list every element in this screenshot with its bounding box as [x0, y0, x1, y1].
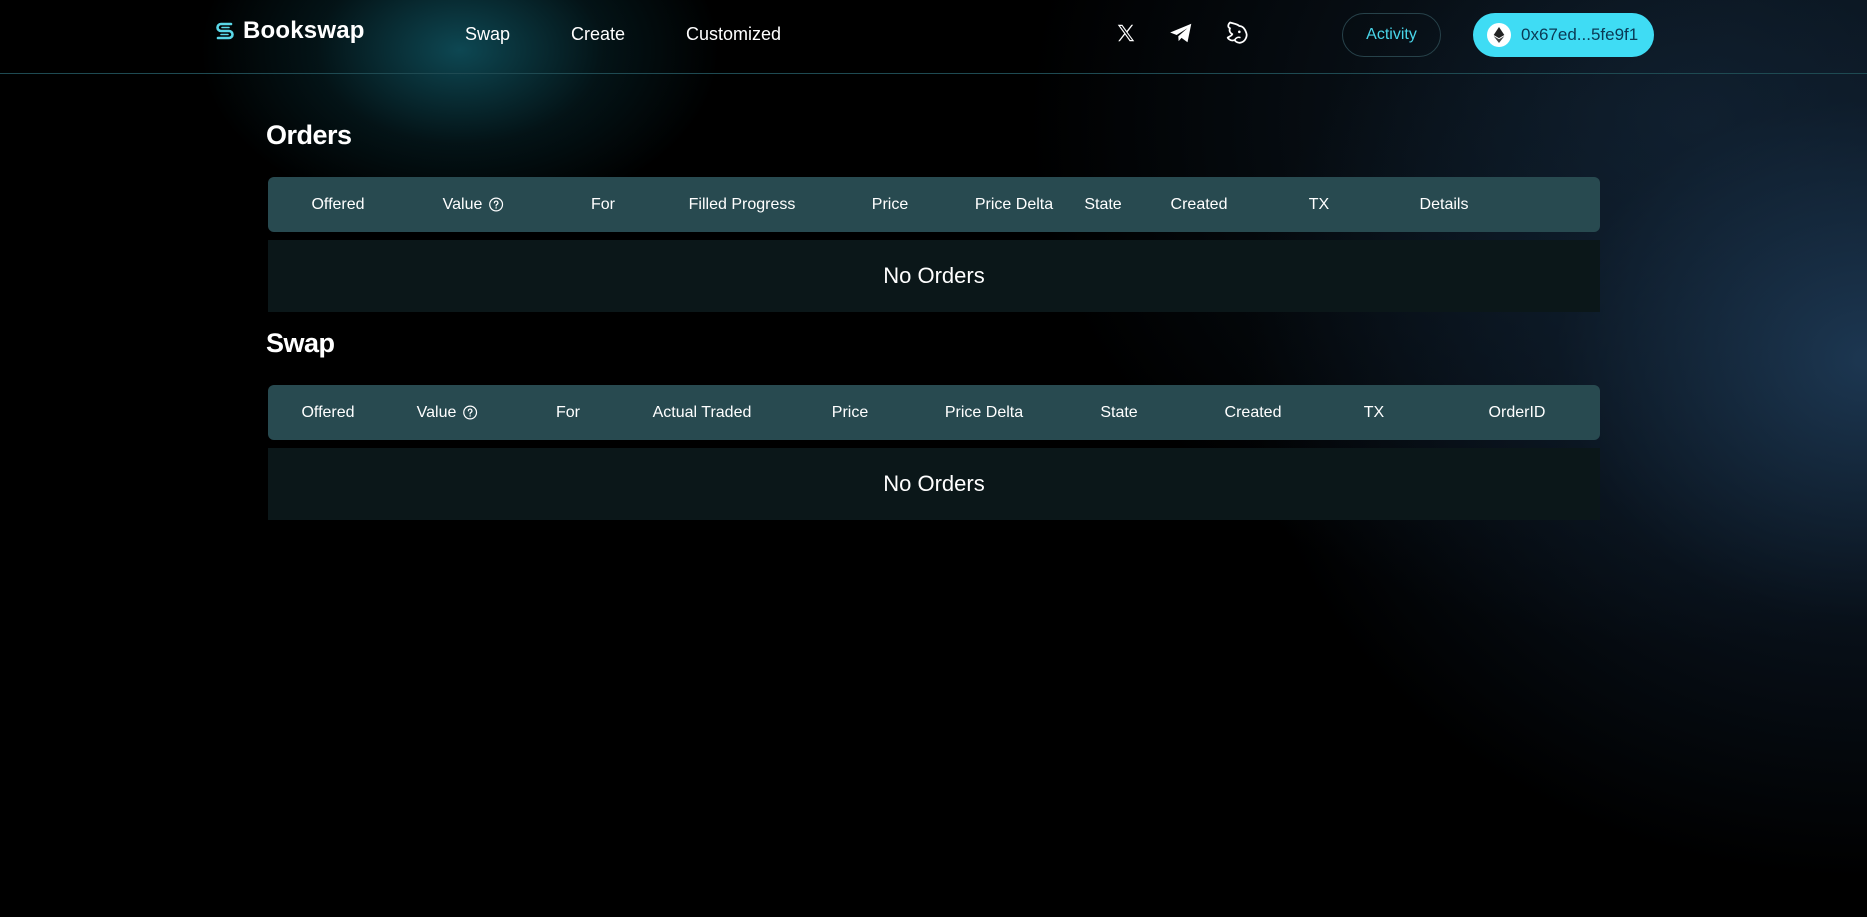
swap-col-price: Price — [831, 403, 869, 421]
x-twitter-icon[interactable] — [1111, 18, 1141, 48]
wallet-address: 0x67ed...5fe9f1 — [1521, 25, 1639, 44]
swap-col-orderid: OrderID — [1488, 403, 1546, 421]
orders-col-state: State — [1084, 195, 1122, 213]
top-navbar: Bookswap Swap Create Customized Activity… — [0, 0, 1867, 74]
orders-empty-state: No Orders — [268, 240, 1600, 312]
orders-col-created: Created — [1170, 195, 1228, 213]
logo[interactable]: Bookswap — [213, 15, 365, 47]
orders-col-details: Details — [1419, 195, 1469, 213]
unicorn-icon[interactable] — [1222, 18, 1252, 48]
orders-col-for: For — [591, 195, 615, 213]
activity-button[interactable]: Activity — [1342, 13, 1441, 57]
swap-col-tx: TX — [1363, 403, 1385, 421]
orders-col-filled-progress: Filled Progress — [688, 195, 796, 213]
orders-col-price: Price — [871, 195, 909, 213]
nav-create[interactable]: Create — [571, 24, 625, 45]
swap-empty-state: No Orders — [268, 448, 1600, 520]
wallet-address-button[interactable]: 0x67ed...5fe9f1 — [1473, 13, 1654, 57]
ethereum-icon — [1487, 23, 1511, 47]
nav-customized[interactable]: Customized — [686, 24, 781, 45]
help-icon[interactable] — [462, 405, 477, 420]
swap-col-value: Value — [417, 385, 478, 440]
orders-title: Orders — [266, 120, 352, 150]
swap-table-header: Offered Value For Actual Traded Price Pr… — [268, 385, 1600, 440]
swap-col-actual-traded: Actual Traded — [652, 403, 752, 421]
orders-col-tx: TX — [1308, 195, 1330, 213]
bookswap-logo-icon — [216, 22, 234, 40]
swap-col-for: For — [556, 403, 580, 421]
swap-col-state: State — [1100, 403, 1138, 421]
logo-text: Bookswap — [243, 17, 365, 44]
orders-col-value: Value — [443, 177, 504, 232]
help-icon[interactable] — [488, 197, 503, 212]
swap-title: Swap — [266, 328, 335, 358]
swap-col-offered: Offered — [301, 403, 355, 421]
nav-swap[interactable]: Swap — [465, 24, 510, 45]
orders-col-offered: Offered — [311, 195, 365, 213]
orders-col-price-delta: Price Delta — [974, 195, 1054, 213]
orders-table-header: Offered Value For Filled Progress Price … — [268, 177, 1600, 232]
swap-col-created: Created — [1224, 403, 1282, 421]
telegram-icon[interactable] — [1166, 18, 1196, 48]
swap-col-price-delta: Price Delta — [944, 403, 1024, 421]
